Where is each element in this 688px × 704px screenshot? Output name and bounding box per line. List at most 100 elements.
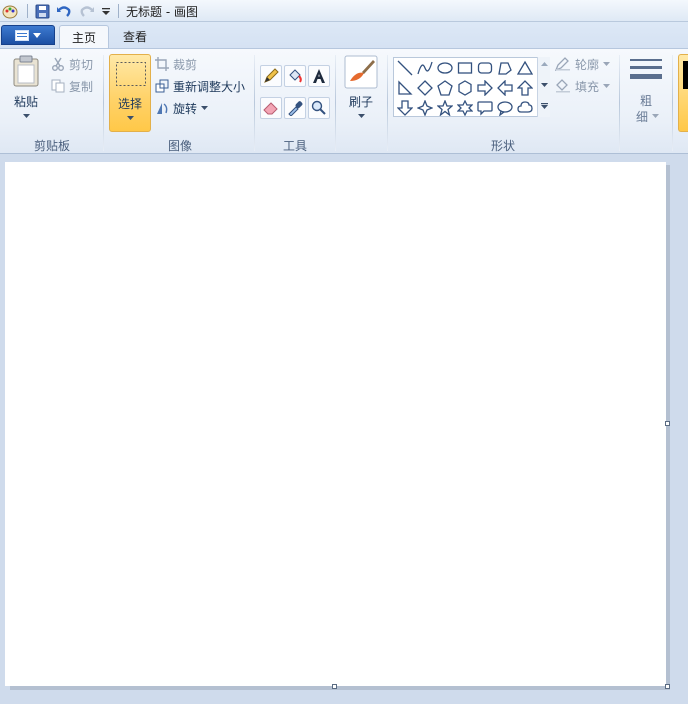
resize-button[interactable]: 重新调整大小 <box>155 76 245 96</box>
select-button[interactable]: 选择 <box>109 54 151 132</box>
up-arrow-shape-icon[interactable] <box>515 78 535 98</box>
text-tool[interactable] <box>308 65 330 87</box>
fill-bucket-icon <box>556 79 570 93</box>
size-button[interactable]: 粗 细 <box>624 53 668 133</box>
customize-toolbar-icon[interactable] <box>97 2 115 20</box>
chevron-down-icon <box>652 114 659 118</box>
file-menu-button[interactable] <box>1 25 55 45</box>
pencil-icon <box>264 68 279 83</box>
scissors-icon <box>52 57 64 71</box>
five-point-star-shape-icon[interactable] <box>435 98 455 118</box>
selection-rectangle-icon <box>116 62 146 86</box>
rounded-rectangle-shape-icon[interactable] <box>475 58 495 78</box>
outline-label: 轮廓 <box>575 57 600 72</box>
pentagon-shape-icon[interactable] <box>435 78 455 98</box>
tools-group-label: 工具 <box>282 139 307 153</box>
copy-icon <box>51 79 65 93</box>
paste-label: 粘贴 <box>13 95 38 109</box>
fill-label: 填充 <box>575 79 600 94</box>
down-arrow-shape-icon[interactable] <box>395 98 415 118</box>
fill-button[interactable]: 填充 <box>555 76 611 96</box>
redo-icon <box>78 2 96 20</box>
tab-row: 主页 查看 <box>0 22 688 48</box>
title-bar: 无标题 - 画图 <box>0 0 688 22</box>
rotate-icon <box>157 103 168 114</box>
select-label: 选择 <box>117 97 142 111</box>
cut-label: 剪切 <box>69 57 94 72</box>
right-arrow-shape-icon[interactable] <box>475 78 495 98</box>
image-group-label: 图像 <box>167 139 192 153</box>
line-shape-icon[interactable] <box>395 58 415 78</box>
chevron-down-icon <box>358 114 365 118</box>
resize-handle-bottom[interactable] <box>332 684 337 689</box>
ribbon: 粘贴 剪切 复制 剪贴板 选择 裁剪 重新调整大小 旋转 图像 工具 刷子 轮廓… <box>0 48 688 154</box>
eraser-icon <box>263 102 278 115</box>
brush-icon <box>344 55 378 89</box>
brushes-label: 刷子 <box>348 95 373 109</box>
polygon-shape-icon[interactable] <box>495 58 515 78</box>
window-title: 无标题 - 画图 <box>126 5 198 19</box>
left-arrow-shape-icon[interactable] <box>495 78 515 98</box>
chevron-down-icon <box>603 84 611 88</box>
paint-bucket-icon <box>289 69 302 83</box>
resize-handle-right[interactable] <box>665 421 670 426</box>
chevron-down-icon <box>23 114 30 118</box>
cut-button[interactable]: 剪切 <box>51 54 93 74</box>
crop-label: 裁剪 <box>173 57 198 72</box>
tab-home[interactable]: 主页 <box>59 25 110 48</box>
right-triangle-shape-icon[interactable] <box>395 78 415 98</box>
hexagon-shape-icon[interactable] <box>455 78 475 98</box>
oval-shape-icon[interactable] <box>435 58 455 78</box>
cloud-callout-shape-icon[interactable] <box>515 98 535 118</box>
undo-icon[interactable] <box>55 2 73 20</box>
rotate-label: 旋转 <box>173 101 198 116</box>
color-picker-tool[interactable] <box>284 97 306 119</box>
text-icon <box>313 69 325 83</box>
oval-callout-shape-icon[interactable] <box>495 98 515 118</box>
copy-label: 复制 <box>69 79 94 94</box>
shapes-group-label: 形状 <box>490 139 515 153</box>
eraser-tool[interactable] <box>260 97 282 119</box>
diamond-shape-icon[interactable] <box>415 78 435 98</box>
shapes-scrollbar[interactable] <box>537 57 550 117</box>
save-icon[interactable] <box>33 2 51 20</box>
outline-button[interactable]: 轮廓 <box>555 54 611 74</box>
chevron-down-icon <box>201 106 209 110</box>
scroll-up-icon[interactable] <box>541 62 548 66</box>
chevron-down-icon <box>127 116 134 120</box>
brushes-button[interactable]: 刷子 <box>341 53 381 133</box>
tab-view[interactable]: 查看 <box>111 25 159 48</box>
more-shapes-icon[interactable] <box>541 103 548 109</box>
outline-pencil-icon <box>555 57 570 71</box>
chevron-down-icon <box>603 62 611 66</box>
fill-tool[interactable] <box>284 65 306 87</box>
shapes-gallery <box>393 57 550 117</box>
six-point-star-shape-icon[interactable] <box>455 98 475 118</box>
line-width-icon <box>630 59 662 79</box>
magnifier-tool[interactable] <box>308 97 330 119</box>
paste-button[interactable]: 粘贴 <box>6 53 46 133</box>
rotate-button[interactable]: 旋转 <box>155 98 209 118</box>
resize-label: 重新调整大小 <box>173 79 246 94</box>
scroll-down-icon[interactable] <box>541 83 548 87</box>
magnifier-icon <box>311 100 326 115</box>
resize-handle-corner[interactable] <box>665 684 670 689</box>
size-label-top: 粗 <box>639 94 652 108</box>
clipboard-group-label: 剪贴板 <box>33 139 70 153</box>
rounded-callout-shape-icon[interactable] <box>475 98 495 118</box>
drawing-canvas[interactable] <box>5 162 666 686</box>
crop-icon <box>155 57 169 71</box>
curve-shape-icon[interactable] <box>415 58 435 78</box>
document-icon <box>15 29 29 41</box>
copy-button[interactable]: 复制 <box>51 76 93 96</box>
crop-button[interactable]: 裁剪 <box>155 54 197 74</box>
rectangle-shape-icon[interactable] <box>455 58 475 78</box>
tab-view-label: 查看 <box>123 30 148 44</box>
color1-button[interactable] <box>678 54 688 132</box>
four-point-star-shape-icon[interactable] <box>415 98 435 118</box>
color1-swatch <box>683 61 688 89</box>
paint-app-icon[interactable] <box>1 2 19 20</box>
chevron-down-icon <box>33 32 41 38</box>
triangle-shape-icon[interactable] <box>515 58 535 78</box>
pencil-tool[interactable] <box>260 65 282 87</box>
